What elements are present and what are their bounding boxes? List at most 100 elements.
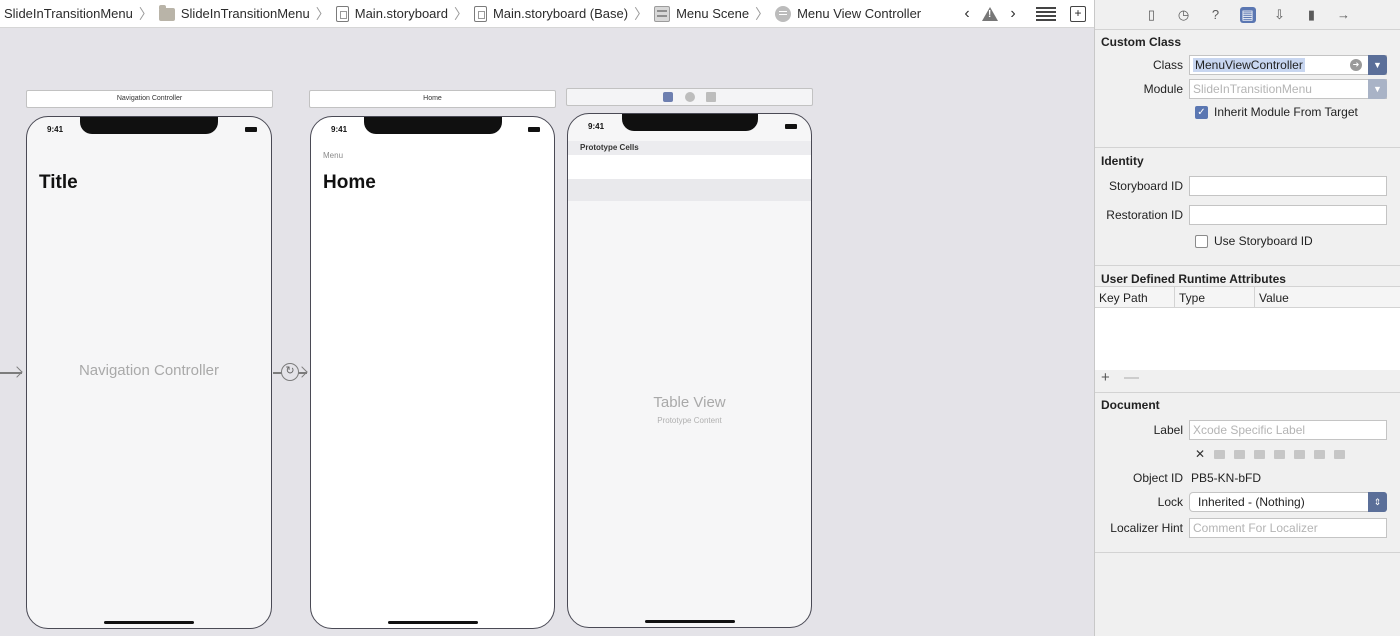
menu-view-controller-device[interactable]: 9:41 Prototype Cells Table View Prototyp…	[567, 113, 812, 628]
section-title: Custom Class	[1101, 35, 1182, 49]
storyboard-canvas[interactable]: Navigation Controller 9:41 Title Navigat…	[0, 28, 1094, 636]
go-to-class-icon[interactable]: ➜	[1350, 59, 1362, 71]
view-controller-dock-icon[interactable]	[662, 92, 673, 102]
label-color-swatches: ✕	[1095, 442, 1400, 466]
add-editor-icon[interactable]: +	[1070, 6, 1086, 22]
breadcrumb-item-view-controller[interactable]: Menu View Controller	[775, 0, 921, 28]
module-label: Module	[1143, 82, 1183, 96]
breadcrumb-item-scene[interactable]: Menu Scene 〉	[654, 0, 775, 28]
jump-bar-controls: ‹ ! › +	[958, 0, 1086, 28]
restoration-id-label: Restoration ID	[1106, 208, 1183, 222]
storyboard-id-label: Storyboard ID	[1108, 179, 1183, 193]
scene-dock-navigation-controller[interactable]: Navigation Controller	[26, 90, 273, 108]
localizer-hint-field[interactable]: Comment For Localizer	[1189, 518, 1387, 538]
label-color-swatch-icon[interactable]	[1274, 449, 1286, 459]
use-storyboard-id-checkbox-row[interactable]: Use Storyboard ID	[1095, 230, 1400, 252]
module-combo-box[interactable]: SlideInTransitionMenu ▼	[1189, 79, 1387, 99]
label-color-swatch-icon[interactable]	[1214, 449, 1226, 459]
status-time: 9:41	[47, 125, 64, 134]
device-notch	[363, 117, 502, 134]
scene-placeholder-label: Navigation Controller	[78, 362, 220, 379]
nav-bar-button-label[interactable]: Menu	[323, 151, 343, 160]
object-id-label: Object ID	[1132, 471, 1183, 485]
lock-value: Inherited - (Nothing)	[1198, 495, 1305, 509]
inherit-module-checkbox-row[interactable]: ✓ Inherit Module From Target	[1095, 101, 1400, 123]
history-inspector-icon[interactable]: ◷	[1176, 7, 1192, 23]
navigation-controller-device[interactable]: 9:41 Title Navigation Controller	[26, 116, 272, 629]
clear-label-color-icon[interactable]: ✕	[1195, 447, 1205, 461]
next-issue-button[interactable]: ›	[1004, 5, 1022, 23]
column-header-key-path[interactable]: Key Path	[1095, 287, 1175, 307]
document-label-field[interactable]: Xcode Specific Label	[1189, 420, 1387, 440]
breadcrumb-item-project[interactable]: SlideInTransitionMenu 〉	[4, 0, 159, 28]
chevron-down-icon[interactable]: ▼	[1368, 79, 1387, 99]
prototype-cells-header: Prototype Cells	[568, 141, 811, 155]
view-controller-icon	[775, 5, 792, 22]
lock-popup[interactable]: Inherited - (Nothing) ⇕	[1189, 492, 1387, 512]
breadcrumb-item-group[interactable]: SlideInTransitionMenu 〉	[158, 0, 336, 28]
table-separator	[568, 179, 811, 201]
folder-icon	[158, 5, 175, 21]
restoration-id-field[interactable]	[1189, 205, 1387, 225]
large-title: Home	[323, 172, 376, 193]
localizer-hint-label: Localizer Hint	[1110, 521, 1183, 535]
document-label-label: Label	[1153, 423, 1183, 437]
remove-attribute-button[interactable]: —	[1124, 369, 1139, 386]
storyboard-id-field[interactable]	[1189, 176, 1387, 196]
column-header-value[interactable]: Value	[1255, 287, 1400, 307]
warning-icon[interactable]: !	[982, 7, 998, 21]
connections-inspector-icon[interactable]: →	[1336, 7, 1352, 23]
localizer-hint-placeholder: Comment For Localizer	[1193, 521, 1318, 535]
scene-dock-title: Home	[423, 95, 442, 102]
file-inspector-icon[interactable]: ▯	[1144, 7, 1160, 23]
column-header-type[interactable]: Type	[1175, 287, 1255, 307]
label-color-swatch-icon[interactable]	[1314, 449, 1326, 459]
breadcrumb-item-storyboard[interactable]: Main.storyboard 〉	[335, 0, 474, 28]
runtime-attributes-section: User Defined Runtime Attributes Key Path…	[1095, 266, 1400, 393]
size-inspector-icon[interactable]: ▮	[1304, 7, 1320, 23]
scene-dock-home[interactable]: Home	[309, 90, 556, 108]
identity-section: Identity Storyboard ID Restoration ID Us…	[1095, 148, 1400, 266]
home-view-controller-device[interactable]: 9:41 Menu Home	[310, 116, 555, 629]
scene-dock-menu[interactable]	[566, 88, 813, 106]
chevron-right-icon: 〉	[138, 5, 153, 22]
jump-bar: SlideInTransitionMenu 〉 SlideInTransitio…	[0, 0, 1094, 28]
chevron-right-icon: 〉	[755, 5, 770, 22]
related-items-icon[interactable]	[1036, 7, 1056, 21]
previous-issue-button[interactable]: ‹	[958, 5, 976, 23]
breadcrumb: SlideInTransitionMenu 〉 SlideInTransitio…	[0, 0, 921, 28]
quick-help-icon[interactable]: ?	[1208, 7, 1224, 23]
use-storyboard-id-label: Use Storyboard ID	[1214, 234, 1313, 248]
inherit-module-label: Inherit Module From Target	[1214, 105, 1358, 119]
runtime-attributes-actions: + —	[1095, 370, 1400, 388]
battery-icon	[785, 124, 797, 129]
exit-dock-icon[interactable]	[706, 92, 717, 102]
breadcrumb-label: Menu View Controller	[797, 6, 922, 21]
attributes-inspector-icon[interactable]: ⇩	[1272, 7, 1288, 23]
device-notch	[80, 117, 218, 134]
class-combo-box[interactable]: MenuViewController ➜ ▼	[1189, 55, 1387, 75]
breadcrumb-label: Menu Scene	[676, 6, 750, 21]
inspector-tab-bar: ▯ ◷ ? ▤ ⇩ ▮ →	[1095, 0, 1400, 30]
label-color-swatch-icon[interactable]	[1234, 449, 1246, 459]
chevron-up-down-icon[interactable]: ⇕	[1368, 492, 1387, 512]
runtime-attributes-table-body[interactable]	[1095, 308, 1400, 370]
object-id-value: PB5-KN-bFD	[1191, 471, 1262, 485]
custom-class-section: Custom Class Class MenuViewController ➜ …	[1095, 30, 1400, 148]
table-view-placeholder: Table View	[653, 394, 726, 411]
label-color-swatch-icon[interactable]	[1294, 449, 1306, 459]
storyboard-file-icon	[335, 5, 349, 22]
use-storyboard-id-checkbox[interactable]	[1195, 234, 1208, 248]
section-title: User Defined Runtime Attributes	[1101, 272, 1286, 286]
inherit-module-checkbox[interactable]: ✓	[1195, 105, 1208, 119]
first-responder-dock-icon[interactable]	[684, 92, 695, 102]
label-color-swatch-icon[interactable]	[1334, 449, 1346, 459]
status-time: 9:41	[588, 122, 605, 131]
chevron-down-icon[interactable]: ▼	[1368, 55, 1387, 75]
inspector-pane: ▯ ◷ ? ▤ ⇩ ▮ → Custom Class Class MenuVie…	[1094, 0, 1400, 636]
breadcrumb-item-storyboard-base[interactable]: Main.storyboard (Base) 〉	[473, 0, 654, 28]
identity-inspector-icon[interactable]: ▤	[1239, 6, 1256, 23]
label-color-swatch-icon[interactable]	[1254, 449, 1266, 459]
add-attribute-button[interactable]: +	[1101, 369, 1110, 386]
prototype-cell[interactable]	[568, 155, 811, 179]
